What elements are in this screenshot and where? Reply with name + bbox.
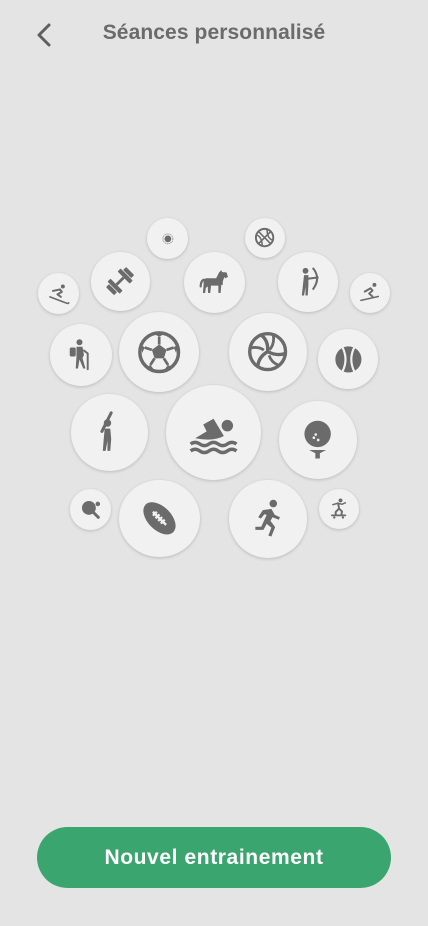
soccer-ball-icon (137, 330, 181, 374)
sport-bubble-rugby[interactable] (119, 480, 200, 557)
rugby-ball-icon (143, 502, 176, 535)
hiking-icon (69, 339, 89, 371)
basketball-icon (255, 228, 275, 248)
sport-bubble-skiing-2[interactable] (350, 273, 390, 313)
sport-bubble-basketball[interactable] (245, 218, 285, 258)
sport-bubble-horse[interactable] (184, 252, 245, 313)
volleyball-icon (248, 332, 288, 372)
new-workout-button[interactable]: Nouvel entrainement (37, 827, 391, 888)
tennis-ball-icon (334, 345, 362, 373)
baseball-batter-icon (100, 411, 113, 452)
skiing-icon (48, 284, 70, 304)
sport-bubble-dumbbell[interactable] (91, 252, 150, 311)
sport-bubble-ping-pong[interactable] (70, 489, 111, 530)
top-bar: Séances personnalisé (0, 0, 428, 70)
sport-bubble-swimming[interactable] (166, 385, 261, 480)
sport-bubble-skateboard[interactable] (319, 489, 359, 529)
sport-bubble-hiking[interactable] (50, 324, 112, 386)
sport-bubble-volleyball[interactable] (229, 313, 307, 391)
skateboarder-icon (331, 498, 347, 520)
sport-bubble-archery[interactable] (278, 252, 338, 312)
sport-bubble-golf[interactable] (279, 401, 357, 479)
horse-icon (199, 269, 228, 293)
dumbbell-icon (106, 267, 135, 296)
sport-bubble-cloud (0, 200, 428, 580)
archery-icon (301, 266, 319, 296)
small-dot-icon (162, 233, 173, 244)
sport-bubble-soccer[interactable] (119, 312, 199, 392)
sport-bubble-tennis[interactable] (318, 329, 378, 389)
runner-icon (255, 500, 281, 537)
swimmer-icon (189, 418, 238, 455)
sport-bubble-small-dot[interactable] (147, 218, 188, 259)
skiing-icon (360, 283, 380, 302)
ping-pong-icon (81, 500, 100, 519)
sport-bubble-baseball[interactable] (71, 394, 148, 471)
sport-bubble-running[interactable] (229, 480, 307, 558)
page-title: Séances personnalisé (102, 21, 326, 44)
golf-ball-tee-icon (304, 421, 332, 459)
sport-bubble-skiing[interactable] (38, 273, 79, 314)
